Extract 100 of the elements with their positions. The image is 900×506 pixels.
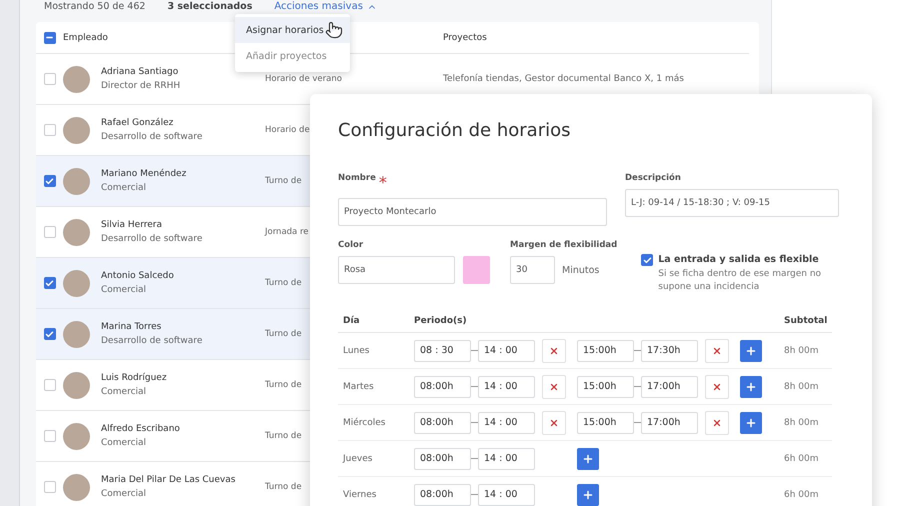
selection-count: 3 seleccionados (167, 1, 252, 12)
end-time-input[interactable]: 14 : 00 (478, 340, 535, 362)
menu-item[interactable]: Asignar horarios (235, 17, 350, 43)
add-period-button[interactable] (740, 376, 762, 398)
subtotal-text: 8h 00m (784, 346, 819, 356)
start-time-input[interactable]: 08:00h (414, 412, 471, 434)
schedule-text: Turno de (265, 431, 302, 441)
remove-period-button[interactable] (705, 410, 729, 435)
row-checkbox[interactable] (44, 328, 56, 340)
employee-role: Comercial (101, 387, 146, 397)
day-label: Lunes (342, 346, 370, 356)
close-icon (549, 418, 559, 428)
day-label: Viernes (342, 490, 378, 500)
day-label: Jueves (342, 454, 374, 464)
start-time-input[interactable]: 15:00h (577, 412, 634, 434)
schedule-text: Jornada re (265, 227, 308, 237)
start-time-input[interactable]: 08 : 30 (414, 340, 471, 362)
minutes-input[interactable]: 30 (510, 256, 555, 284)
end-time-input[interactable]: 17:00h (641, 412, 698, 434)
add-period-button[interactable] (577, 448, 599, 470)
avatar (63, 218, 90, 246)
employee-name: Marina Torres (101, 322, 162, 332)
employee-name: Luis Rodríguez (101, 373, 167, 383)
checkbox-label: La entrada y salida es flexible (658, 254, 820, 265)
end-time-input[interactable]: 17:30h (641, 340, 698, 362)
unit-label: Minutos (562, 264, 600, 276)
day-label: Miércoles (342, 418, 386, 428)
plus-icon (582, 488, 594, 501)
projects-text: Telefonía tiendas, Gestor documental Banco X, 1 más (443, 74, 684, 84)
required-marker: * (378, 173, 387, 192)
end-time-input[interactable]: 14 : 00 (478, 412, 535, 434)
plus-icon (745, 380, 757, 393)
subtotal-text: 8h 00m (784, 382, 819, 392)
start-time-input[interactable]: 15:00h (577, 340, 634, 362)
end-time-input[interactable]: 14 : 00 (478, 484, 535, 506)
column-header: Periodo(s) (414, 316, 467, 326)
bulk-actions-button[interactable]: Acciones masivas (274, 1, 377, 12)
color-input[interactable]: Rosa (338, 256, 455, 284)
row-checkbox[interactable] (44, 175, 56, 187)
avatar (63, 168, 90, 194)
employee-name: Maria Del Pilar De Las Cuevas (101, 475, 236, 485)
employee-name: Antonio Salcedo (101, 271, 174, 281)
column-header: Día (342, 316, 361, 326)
close-icon (549, 382, 559, 392)
row-checkbox[interactable] (44, 481, 56, 493)
check-icon (45, 330, 54, 338)
schedule-text: Turno de (265, 380, 302, 390)
row-checkbox[interactable] (44, 379, 56, 391)
row-checkbox[interactable] (44, 430, 56, 442)
schedule-text: Horario de (265, 125, 310, 135)
avatar (63, 66, 90, 92)
row-checkbox[interactable] (44, 226, 56, 238)
check-icon (45, 278, 54, 288)
add-period-button[interactable] (740, 340, 762, 362)
plus-icon (745, 416, 757, 429)
schedule-text: Turno de (265, 329, 302, 339)
end-time-input[interactable]: 17:00h (641, 376, 698, 398)
flexible-checkbox[interactable] (641, 254, 654, 266)
add-period-button[interactable] (577, 484, 599, 506)
remove-period-button[interactable] (705, 374, 729, 399)
field-label: Descripción (625, 173, 682, 183)
dialog-title: Configuración de horarios (338, 120, 572, 141)
row-checkbox[interactable] (44, 277, 56, 289)
start-time-input[interactable]: 08:00h (414, 484, 471, 506)
field-label: Nombre (338, 173, 376, 185)
avatar (63, 474, 90, 500)
day-label: Martes (342, 382, 375, 392)
subtotal-text: 6h 00m (784, 454, 819, 464)
add-period-button[interactable] (740, 412, 762, 434)
color-swatch[interactable] (463, 256, 490, 284)
help-text: Si se ficha dentro de ese margen no supone una incidencia (658, 268, 822, 294)
start-time-input[interactable]: 08:00h (414, 448, 471, 470)
select-all-checkbox[interactable] (44, 32, 56, 44)
employee-role: Comercial (101, 183, 146, 193)
check-icon (642, 256, 652, 264)
name-input[interactable]: Proyecto Montecarlo (338, 198, 607, 226)
employee-name: Rafael González (101, 118, 174, 128)
employee-role: Director de RRHH (101, 81, 180, 91)
avatar (63, 270, 90, 296)
row-checkbox[interactable] (44, 73, 56, 85)
column-header: Empleado (63, 32, 108, 42)
field-label: Margen de flexibilidad (510, 240, 618, 250)
end-time-input[interactable]: 14 : 00 (478, 448, 535, 470)
employee-role: Desarrollo de software (101, 336, 202, 346)
pointer-hand-icon (325, 21, 343, 39)
start-time-input[interactable]: 08:00h (414, 376, 471, 398)
schedule-text: Horario de verano (265, 74, 342, 84)
start-time-input[interactable]: 15:00h (577, 376, 634, 398)
column-header: Subtotal (784, 316, 828, 326)
remove-period-button[interactable] (542, 374, 566, 399)
description-input[interactable]: L-J: 09-14 / 15-18:30 ; V: 09-15 (625, 189, 839, 217)
row-checkbox[interactable] (44, 124, 56, 136)
end-time-input[interactable]: 14 : 00 (478, 376, 535, 398)
remove-period-button[interactable] (542, 338, 566, 363)
employee-name: Silvia Herrera (101, 220, 162, 230)
remove-period-button[interactable] (542, 410, 566, 435)
subtotal-text: 6h 00m (784, 490, 819, 500)
close-icon (712, 346, 722, 356)
menu-item[interactable]: Añadir proyectos (235, 43, 350, 69)
remove-period-button[interactable] (705, 338, 729, 363)
